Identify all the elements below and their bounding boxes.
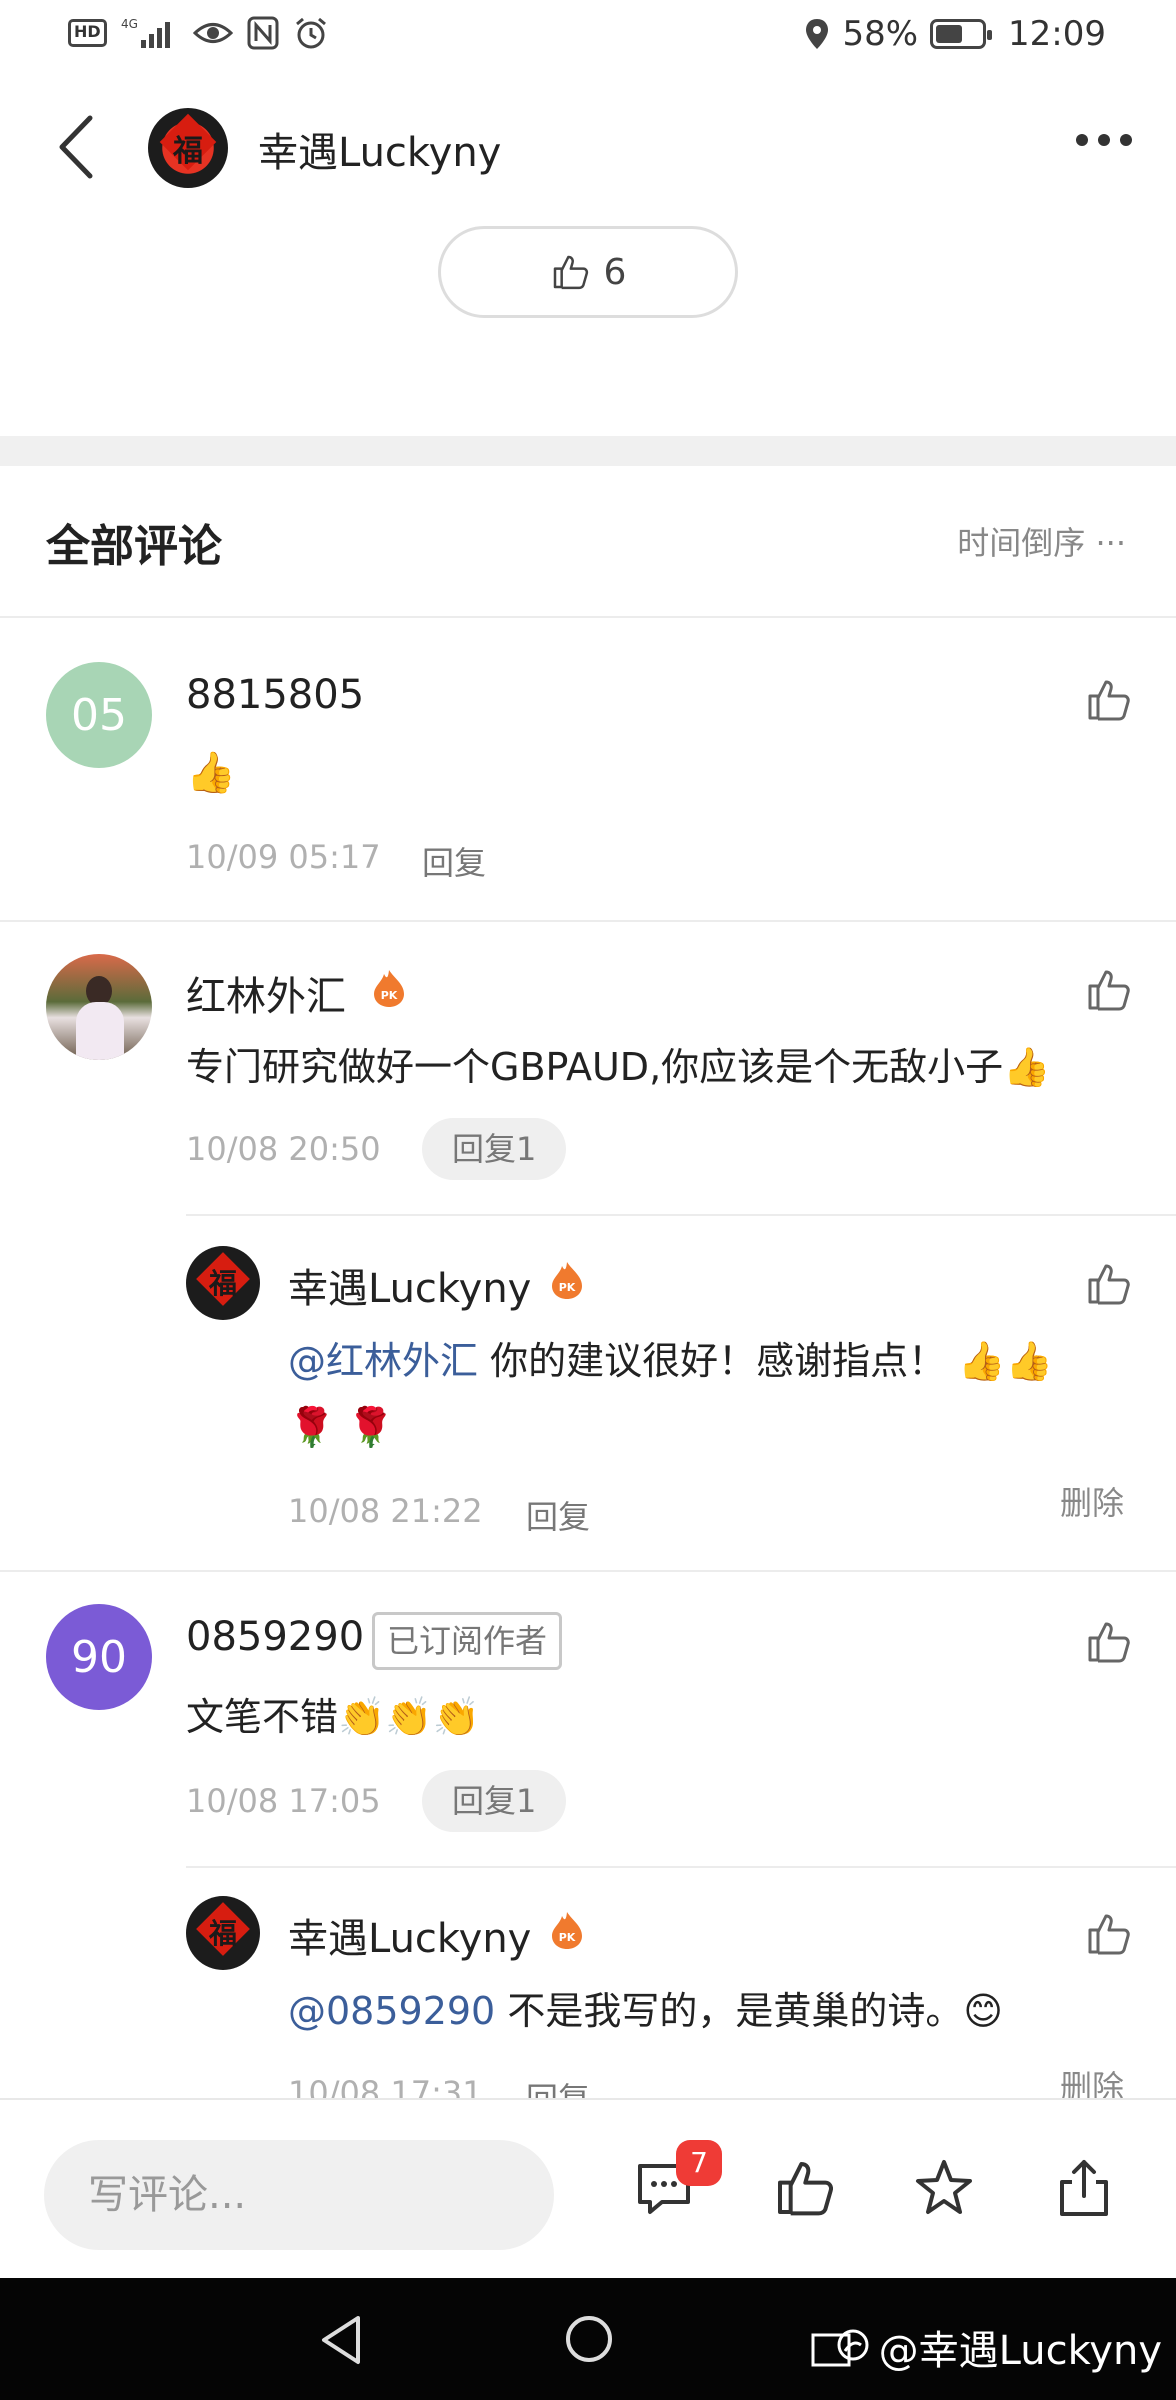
clock: 12:09 [1008,14,1106,54]
sort-selector[interactable]: 时间倒序 ··· [957,518,1126,564]
thumbs-up-icon[interactable] [1084,676,1132,724]
svg-text:PK: PK [559,1281,576,1294]
reply-body: 不是我写的，是黄巢的诗。😊 [495,1989,1003,2033]
comment-username[interactable]: 红林外汇 [186,964,346,1022]
nav-home-icon[interactable] [564,2314,614,2364]
thumbs-up-icon[interactable] [1084,966,1132,1014]
thumbs-up-icon [553,255,588,290]
author-avatar[interactable]: 福 [148,108,228,188]
header: 福 幸遇Luckyny [0,90,1176,200]
avatar-char: 福 [208,1917,237,1950]
comment-text: 专门研究做好一个GBPAUD,你应该是个无敌小子👍 [186,1045,1051,1089]
thumbs-up-icon[interactable] [1084,1260,1132,1308]
reply-text: @0859290 不是我写的，是黄巢的诗。😊 [288,1984,1138,2038]
comment-count-badge: 7 [676,2140,722,2186]
pk-fire-badge-icon: PK [374,970,404,1007]
divider [186,1866,1176,1868]
delete-button[interactable]: 删除 [1060,1478,1124,1524]
avatar-text: 90 [71,1631,127,1683]
divider [0,1570,1176,1572]
star-icon[interactable] [912,2156,976,2220]
section-divider [0,436,1176,466]
watermark: @幸遇Luckyny [809,2318,1162,2376]
svg-text:PK: PK [559,1931,576,1944]
comment-text: 文笔不错👏👏👏 [186,1695,480,1739]
divider [0,616,1176,618]
subscriber-badge: 已订阅作者 [372,1612,563,1670]
more-options-icon[interactable] [1076,134,1132,146]
nav-back-icon[interactable] [318,2314,364,2366]
reply-username[interactable]: 幸遇Luckyny [288,1256,531,1314]
signal-icon: 4G [121,17,170,48]
reply-text: @红林外汇 你的建议很好！感谢指点！ 👍👍 [288,1334,1138,1388]
thumbs-up-icon[interactable] [772,2156,836,2220]
battery-percent: 58% [842,14,919,54]
avatar-char: 福 [208,1267,237,1300]
bottom-action-bar: 写评论... 7 [0,2098,1176,2278]
avatar[interactable]: 05 [46,662,152,768]
section-title: 全部评论 [46,521,222,572]
divider [186,1214,1176,1216]
reply-username[interactable]: 幸遇Luckyny [288,1906,531,1964]
watermark-text: @幸遇Luckyny [878,2328,1162,2374]
avatar-char: 福 [173,134,203,169]
nfc-icon [247,16,279,50]
reply-text-line2: 🌹 🌹 [288,1405,395,1449]
reply-button[interactable]: 回复 [422,838,486,884]
avatar[interactable]: 90 [46,1604,152,1710]
comment-username[interactable]: 0859290 [186,1614,364,1660]
comment-time: 10/08 20:50 [186,1130,381,1168]
alarm-icon [295,17,326,49]
reply-time: 10/08 21:22 [288,1492,483,1530]
divider [0,920,1176,922]
comment-text: 👍 [186,750,236,796]
mention-link[interactable]: @0859290 [288,1989,495,2033]
pk-fire-badge-icon: PK [552,1262,582,1299]
like-count: 6 [603,251,627,293]
avatar[interactable] [46,954,152,1060]
sort-label: 时间倒序 [957,524,1086,562]
author-name[interactable]: 幸遇Luckyny [258,120,501,178]
reply-count-button[interactable]: 回复1 [422,1118,567,1180]
hd-icon: HD [68,19,107,47]
back-arrow-icon[interactable] [50,112,110,182]
svg-text:PK: PK [381,989,398,1002]
write-comment-input[interactable]: 写评论... [44,2140,554,2250]
reply-body: 你的建议很好！感谢指点！ 👍👍 [478,1339,1053,1383]
avatar[interactable]: 福 [186,1896,260,1970]
pk-fire-badge-icon: PK [552,1912,582,1949]
comment-username[interactable]: 8815805 [186,672,364,718]
reply-button[interactable]: 回复 [526,1492,590,1538]
mention-link[interactable]: @红林外汇 [288,1339,478,1383]
battery-icon [930,19,993,49]
avatar[interactable]: 福 [186,1246,260,1320]
comment-time: 10/09 05:17 [186,838,381,876]
like-button[interactable]: 6 [438,226,738,318]
thumbs-up-icon[interactable] [1084,1910,1132,1958]
status-bar: HD 4G 58% 12:09 [0,0,1176,72]
avatar-text: 05 [71,689,127,741]
weibo-logo-icon [811,2329,869,2367]
location-icon [806,19,829,49]
system-nav-bar: @幸遇Luckyny [0,2278,1176,2400]
thumbs-up-icon[interactable] [1084,1618,1132,1666]
comment-time: 10/08 17:05 [186,1782,381,1820]
reply-count-button[interactable]: 回复1 [422,1770,567,1832]
share-icon[interactable] [1052,2156,1116,2220]
network-label: 4G [121,17,138,31]
eye-icon [192,23,233,43]
